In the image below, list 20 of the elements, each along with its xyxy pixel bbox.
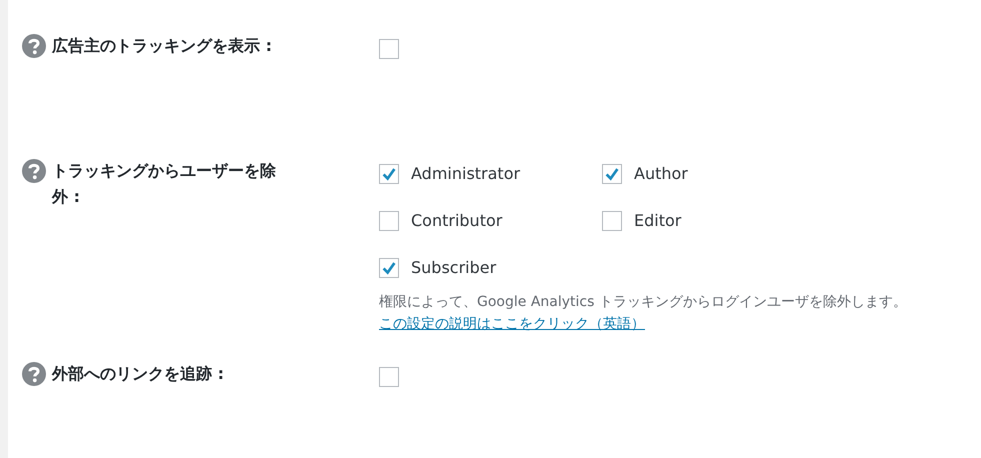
- help-link[interactable]: この設定の説明はここをクリック（英語）: [379, 314, 645, 335]
- checkbox[interactable]: [602, 164, 622, 184]
- checkbox[interactable]: [602, 211, 622, 231]
- option-label: Contributor: [411, 211, 502, 231]
- option-label: Administrator: [411, 164, 520, 184]
- checkbox[interactable]: [379, 211, 399, 231]
- help-icon[interactable]: [22, 362, 46, 386]
- description-text: 権限によって、Google Analytics トラッキングからログインユーザを除外します。: [379, 293, 907, 312]
- option-label: Author: [634, 164, 688, 184]
- checkbox[interactable]: [379, 164, 399, 184]
- setting-label: 広告主のトラッキングを表示 :: [52, 35, 273, 57]
- option-label: Subscriber: [411, 258, 496, 278]
- help-icon[interactable]: [22, 159, 46, 183]
- checkbox[interactable]: [379, 258, 399, 278]
- setting-label: トラッキングからユーザーを除外 :: [52, 160, 277, 208]
- setting-label: 外部へのリンクを追跡 :: [52, 363, 225, 385]
- help-icon[interactable]: [22, 34, 46, 58]
- option-label: Editor: [634, 211, 682, 231]
- checkbox[interactable]: [379, 367, 399, 387]
- checkbox[interactable]: [379, 39, 399, 59]
